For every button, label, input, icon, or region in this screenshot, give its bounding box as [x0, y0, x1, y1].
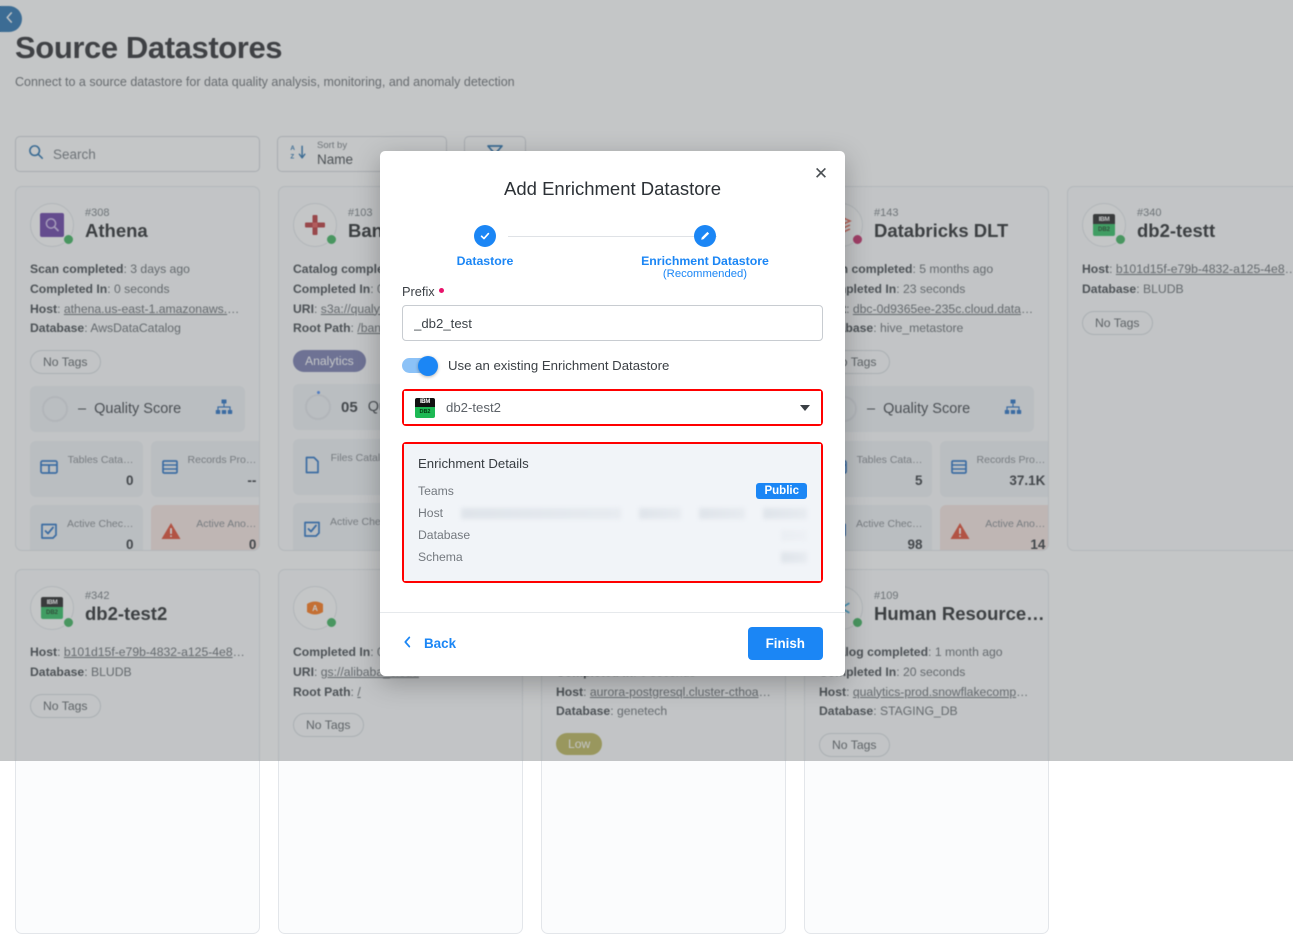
pencil-icon [694, 225, 716, 247]
detail-label-host: Host [418, 506, 443, 520]
enrichment-datastore-select[interactable]: IBMDB2 db2-test2 [404, 391, 821, 424]
stepper-step-datastore-label: Datastore [400, 254, 570, 268]
teams-public-badge: Public [756, 483, 807, 499]
chevron-left-icon [402, 636, 413, 651]
stepper-step-enrichment-label: Enrichment Datastore [620, 254, 790, 268]
use-existing-toggle[interactable] [402, 358, 436, 373]
chevron-down-icon[interactable] [800, 405, 810, 411]
enrichment-form: Prefix Use an existing Enrichment Datast… [380, 284, 845, 583]
detail-row-schema: Schema [418, 546, 807, 568]
prefix-input[interactable] [402, 305, 823, 341]
db2-icon: IBMDB2 [415, 398, 435, 418]
stepper: Datastore Enrichment Datastore (Recommen… [380, 222, 845, 284]
use-existing-toggle-row[interactable]: Use an existing Enrichment Datastore [402, 358, 823, 373]
close-icon[interactable]: ✕ [810, 162, 832, 184]
detail-row-host: Host [418, 502, 807, 524]
stepper-step-enrichment-note: (Recommended) [620, 268, 790, 280]
detail-row-teams: Teams Public [418, 480, 807, 502]
detail-value-schema-redacted [781, 552, 807, 563]
back-button-label: Back [424, 636, 456, 651]
required-indicator [439, 288, 444, 293]
detail-label-teams: Teams [418, 484, 454, 498]
detail-value-host-redacted [461, 508, 807, 519]
enrichment-details-highlight: Enrichment Details Teams Public Host Dat… [402, 442, 823, 583]
enrichment-datastore-select-highlight: IBMDB2 db2-test2 [402, 389, 823, 426]
back-button[interactable]: Back [402, 636, 456, 651]
finish-button[interactable]: Finish [748, 627, 823, 660]
enrichment-details-panel: Enrichment Details Teams Public Host Dat… [404, 444, 821, 581]
detail-label-database: Database [418, 528, 470, 542]
detail-row-database: Database [418, 524, 807, 546]
enrichment-details-title: Enrichment Details [418, 456, 807, 471]
add-enrichment-datastore-modal: ✕ Add Enrichment Datastore Datastore Enr… [380, 151, 845, 676]
stepper-step-datastore[interactable]: Datastore [400, 222, 570, 268]
enrichment-datastore-select-value: db2-test2 [446, 400, 789, 415]
check-icon [474, 225, 496, 247]
detail-value-database-redacted [781, 530, 807, 541]
stepper-step-enrichment[interactable]: Enrichment Datastore (Recommended) [620, 222, 790, 280]
detail-label-schema: Schema [418, 550, 463, 564]
modal-footer: Back Finish [380, 612, 845, 676]
modal-title: Add Enrichment Datastore [380, 178, 845, 200]
use-existing-toggle-label: Use an existing Enrichment Datastore [448, 358, 669, 373]
prefix-label-text: Prefix [402, 284, 435, 299]
toggle-knob [418, 356, 438, 376]
prefix-label: Prefix [402, 284, 823, 299]
